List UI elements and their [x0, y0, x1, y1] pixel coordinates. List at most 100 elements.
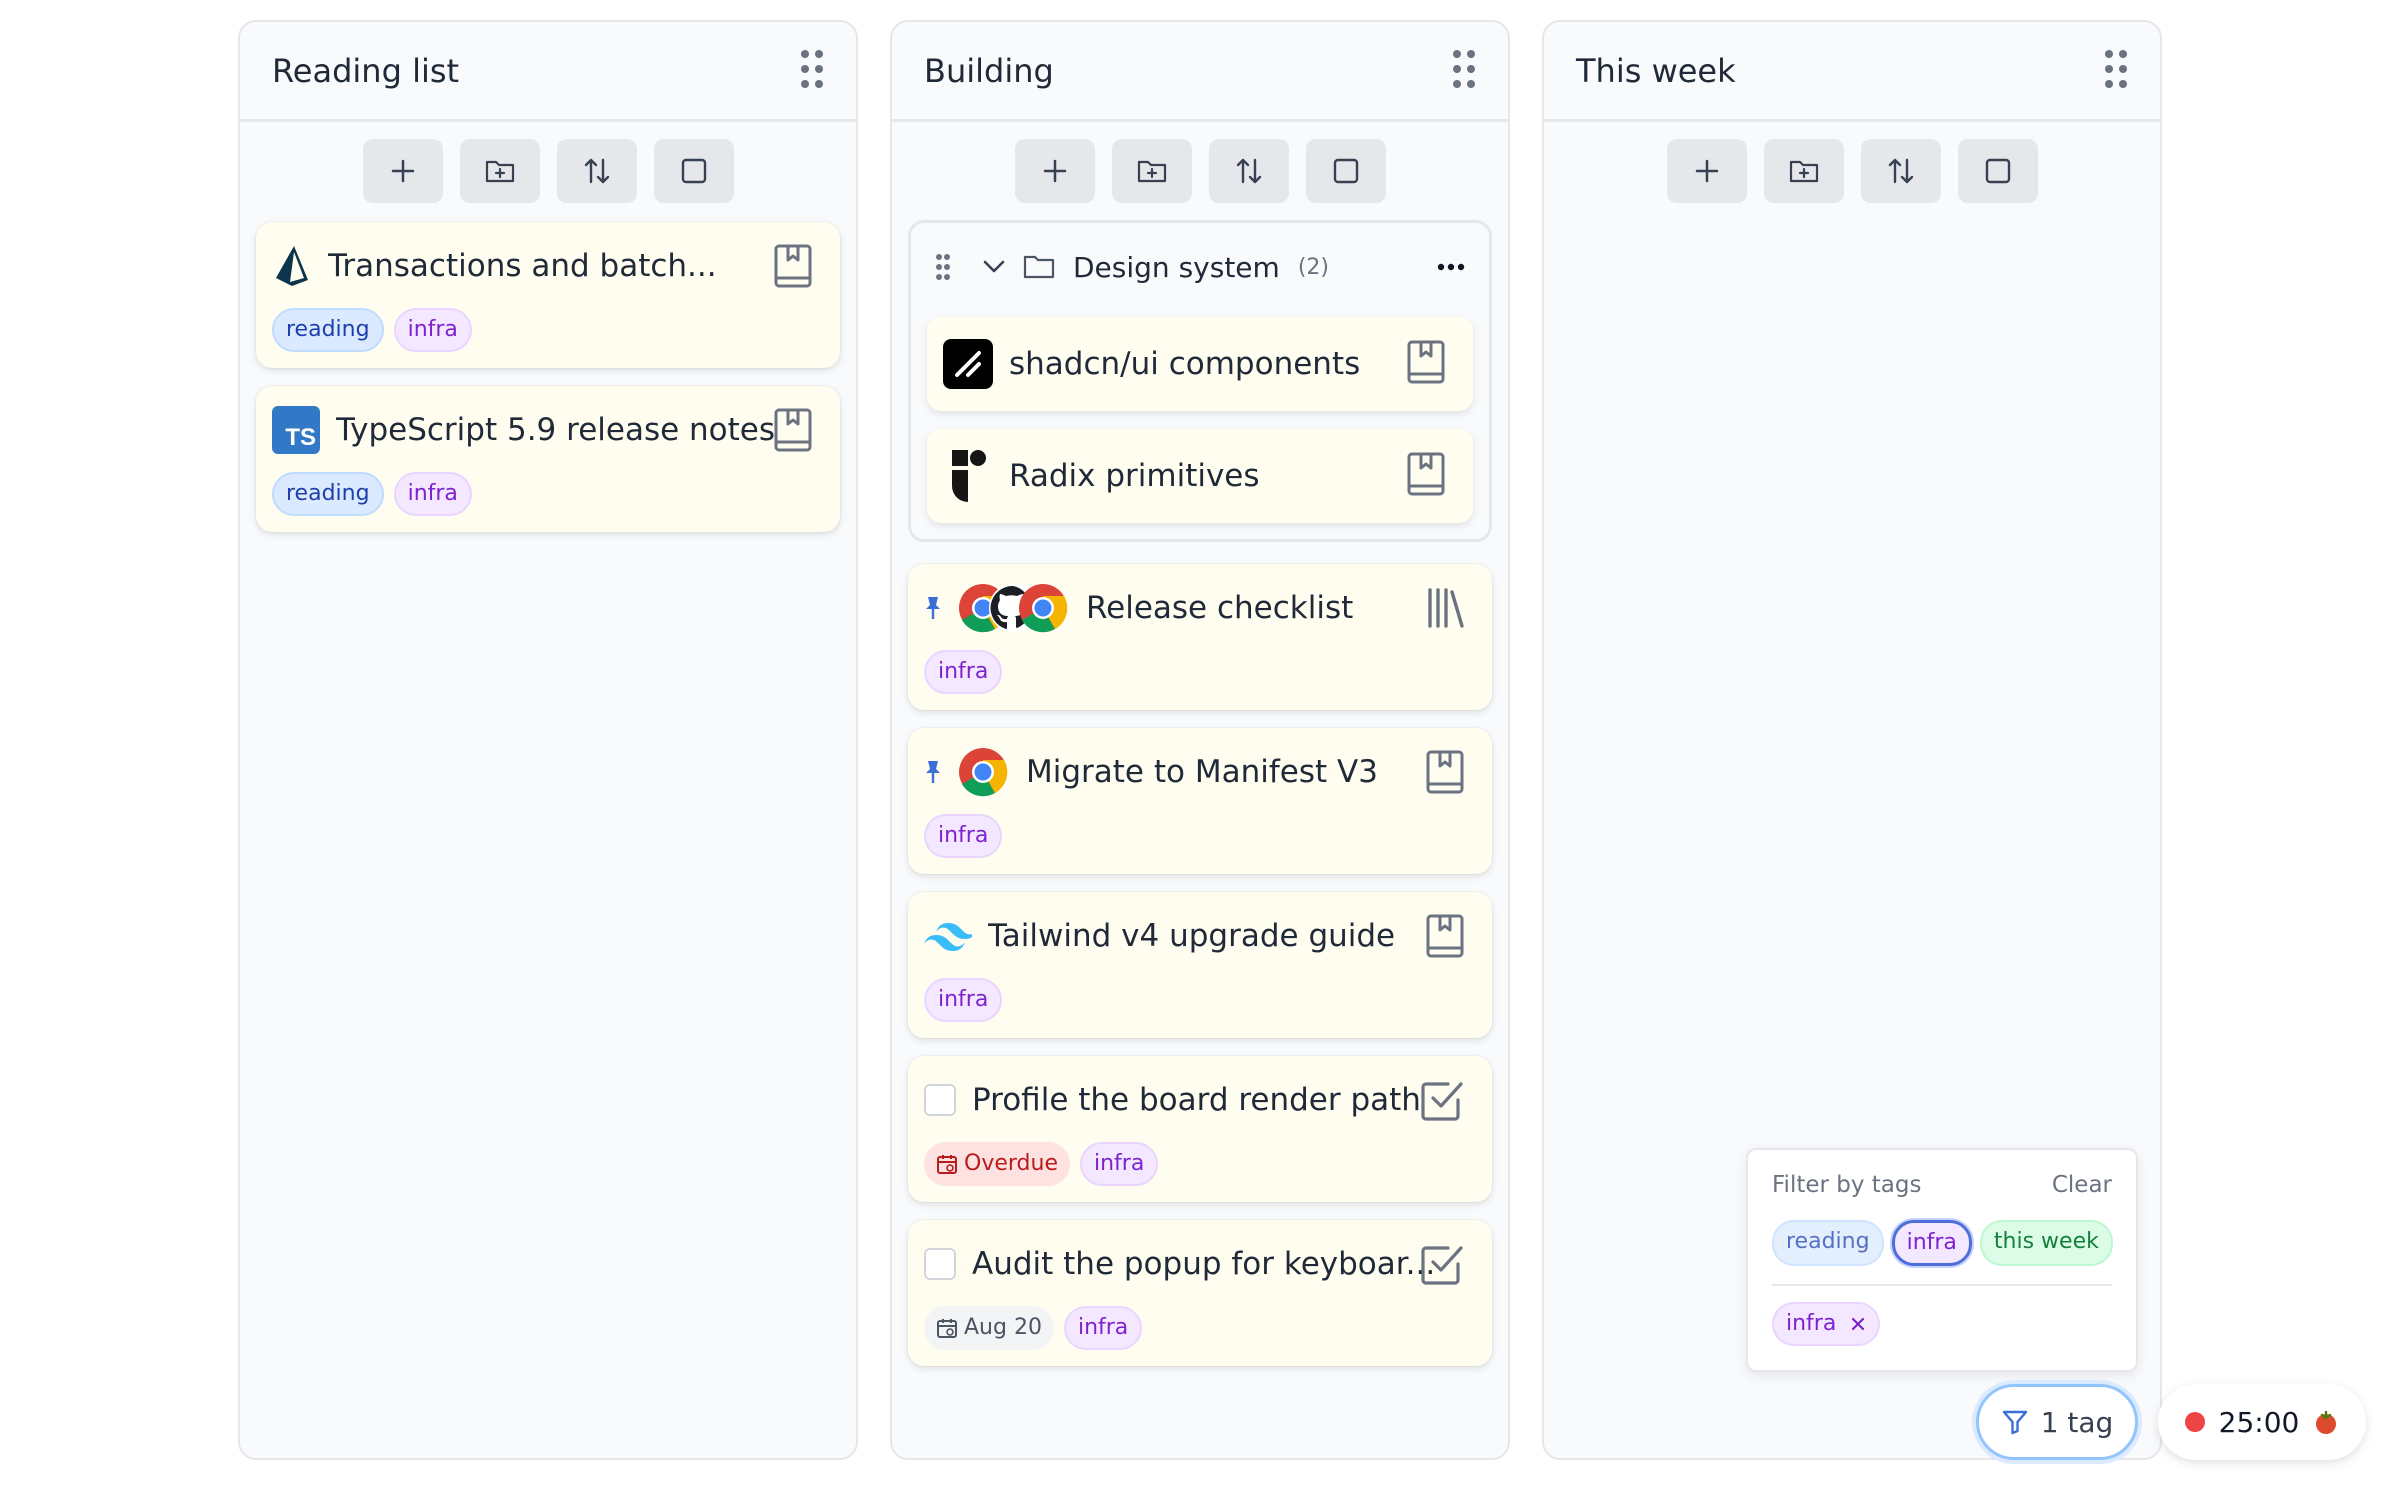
drag-handle-icon[interactable] — [800, 49, 824, 93]
column-building: Building Design system (2) shadcn/ui com… — [890, 20, 1510, 1460]
column-header: This week — [1544, 22, 2160, 122]
add-group-button[interactable] — [459, 139, 540, 203]
card[interactable]: Audit the popup for keyboar... Aug 20 in… — [908, 1220, 1492, 1366]
task-checkbox[interactable] — [924, 1084, 956, 1116]
card[interactable]: TS TypeScript 5.9 release notes reading … — [256, 386, 840, 532]
library-icon[interactable] — [1426, 586, 1470, 634]
card-title: Tailwind v4 upgrade guide — [988, 918, 1396, 954]
bookmark-icon[interactable] — [774, 408, 812, 456]
chrome-icon — [959, 748, 1008, 797]
task-check-icon[interactable] — [1420, 1242, 1464, 1290]
more-options-icon[interactable] — [1437, 263, 1465, 271]
column-reading-list: Reading list Transactions and batch... r… — [238, 20, 858, 1460]
card[interactable]: Radix primitives — [927, 429, 1473, 523]
tag-infra[interactable]: infra — [1079, 1142, 1159, 1186]
tag-infra[interactable]: infra — [393, 308, 472, 352]
calendar-icon — [937, 1319, 957, 1338]
sort-button[interactable] — [1860, 139, 1941, 203]
card-title: TypeScript 5.9 release notes — [336, 412, 776, 448]
due-date-badge[interactable]: Aug 20 — [924, 1306, 1054, 1350]
tag-reading[interactable]: reading — [272, 308, 384, 352]
filter-option-reading[interactable]: reading — [1772, 1220, 1884, 1266]
sort-arrows-icon — [1236, 158, 1261, 184]
plus-icon — [1043, 159, 1066, 183]
add-group-button[interactable] — [1763, 139, 1844, 203]
tag-filter-panel: Filter by tags Clear reading infra this … — [1746, 1148, 2138, 1372]
select-button[interactable] — [1305, 139, 1386, 203]
card-title: Release checklist — [1086, 590, 1354, 626]
column-header: Building — [892, 22, 1508, 122]
card-group: Design system (2) shadcn/ui components R… — [908, 220, 1492, 542]
add-group-button[interactable] — [1111, 139, 1192, 203]
chevron-down-icon[interactable] — [983, 260, 1005, 274]
card[interactable]: shadcn/ui components — [927, 317, 1473, 411]
selected-filter-chip[interactable]: infra — [1772, 1302, 1881, 1346]
selected-filter-label: infra — [1786, 1311, 1837, 1336]
card-title: Transactions and batch... — [328, 248, 717, 284]
shadcn-logo-icon — [943, 339, 993, 389]
card[interactable]: Profile the board render path Overdue in… — [908, 1056, 1492, 1202]
sort-button[interactable] — [556, 139, 637, 203]
due-date-label: Overdue — [964, 1151, 1058, 1176]
folder-plus-icon — [1789, 160, 1818, 183]
card[interactable]: Tailwind v4 upgrade guide infra — [908, 892, 1492, 1038]
pomodoro-timer[interactable]: 25:00 — [2158, 1384, 2366, 1460]
card[interactable]: Migrate to Manifest V3 infra — [908, 728, 1492, 874]
tag-infra[interactable]: infra — [393, 472, 472, 516]
filter-options: reading infra this week — [1772, 1220, 2113, 1266]
timer-value: 25:00 — [2218, 1405, 2300, 1439]
plus-icon — [391, 159, 414, 183]
bookmark-icon[interactable] — [774, 244, 812, 292]
due-date-badge[interactable]: Overdue — [924, 1142, 1070, 1186]
tailwind-logo-icon — [924, 923, 972, 951]
close-icon[interactable] — [1850, 1316, 1866, 1332]
prism-logo-icon — [276, 246, 308, 286]
bookmark-icon[interactable] — [1426, 750, 1464, 798]
bookmark-icon[interactable] — [1407, 340, 1445, 388]
folder-plus-icon — [485, 160, 514, 183]
card[interactable]: Transactions and batch... reading infra — [256, 222, 840, 368]
tab-favicons — [958, 583, 1068, 633]
tag-infra[interactable]: infra — [924, 978, 1003, 1022]
filter-option-infra[interactable]: infra — [1891, 1220, 1972, 1266]
pin-icon[interactable] — [924, 595, 942, 621]
folder-plus-icon — [1137, 160, 1166, 183]
filter-option-this-week[interactable]: this week — [1979, 1220, 2113, 1266]
add-card-button[interactable] — [1014, 139, 1095, 203]
task-checkbox[interactable] — [924, 1248, 956, 1280]
drag-handle-icon[interactable] — [935, 253, 951, 281]
filter-button-label: 1 tag — [2040, 1405, 2114, 1439]
clear-filter-button[interactable]: Clear — [2052, 1172, 2112, 1198]
square-icon — [681, 158, 706, 184]
bookmark-icon[interactable] — [1407, 452, 1445, 500]
column-title: Reading list — [272, 51, 460, 90]
tag-reading[interactable]: reading — [272, 472, 384, 516]
group-header[interactable]: Design system (2) — [911, 223, 1489, 311]
add-card-button[interactable] — [362, 139, 443, 203]
tag-infra[interactable]: infra — [924, 814, 1003, 858]
tag-infra[interactable]: infra — [924, 650, 1003, 694]
select-button[interactable] — [653, 139, 734, 203]
card-title: Profile the board render path — [972, 1082, 1421, 1118]
sort-arrows-icon — [584, 158, 609, 184]
tomato-icon — [2316, 1410, 2337, 1434]
card[interactable]: Release checklist infra — [908, 564, 1492, 710]
card-title: Audit the popup for keyboar... — [972, 1246, 1436, 1282]
sort-button[interactable] — [1208, 139, 1289, 203]
bookmark-icon[interactable] — [1426, 914, 1464, 962]
column-title: Building — [924, 51, 1054, 90]
card-title: Radix primitives — [1009, 458, 1260, 494]
card-title: shadcn/ui components — [1009, 346, 1361, 382]
pin-icon[interactable] — [924, 759, 942, 785]
tag-infra[interactable]: infra — [1063, 1306, 1143, 1350]
drag-handle-icon[interactable] — [1452, 49, 1476, 93]
column-toolbar — [892, 139, 1508, 203]
chrome-icon — [1019, 584, 1068, 633]
task-check-icon[interactable] — [1420, 1078, 1464, 1126]
filter-button[interactable]: 1 tag — [1976, 1384, 2138, 1460]
select-button[interactable] — [1957, 139, 2038, 203]
add-card-button[interactable] — [1666, 139, 1747, 203]
column-toolbar — [1544, 139, 2160, 203]
drag-handle-icon[interactable] — [2104, 49, 2128, 93]
filter-funnel-icon — [2002, 1410, 2027, 1435]
